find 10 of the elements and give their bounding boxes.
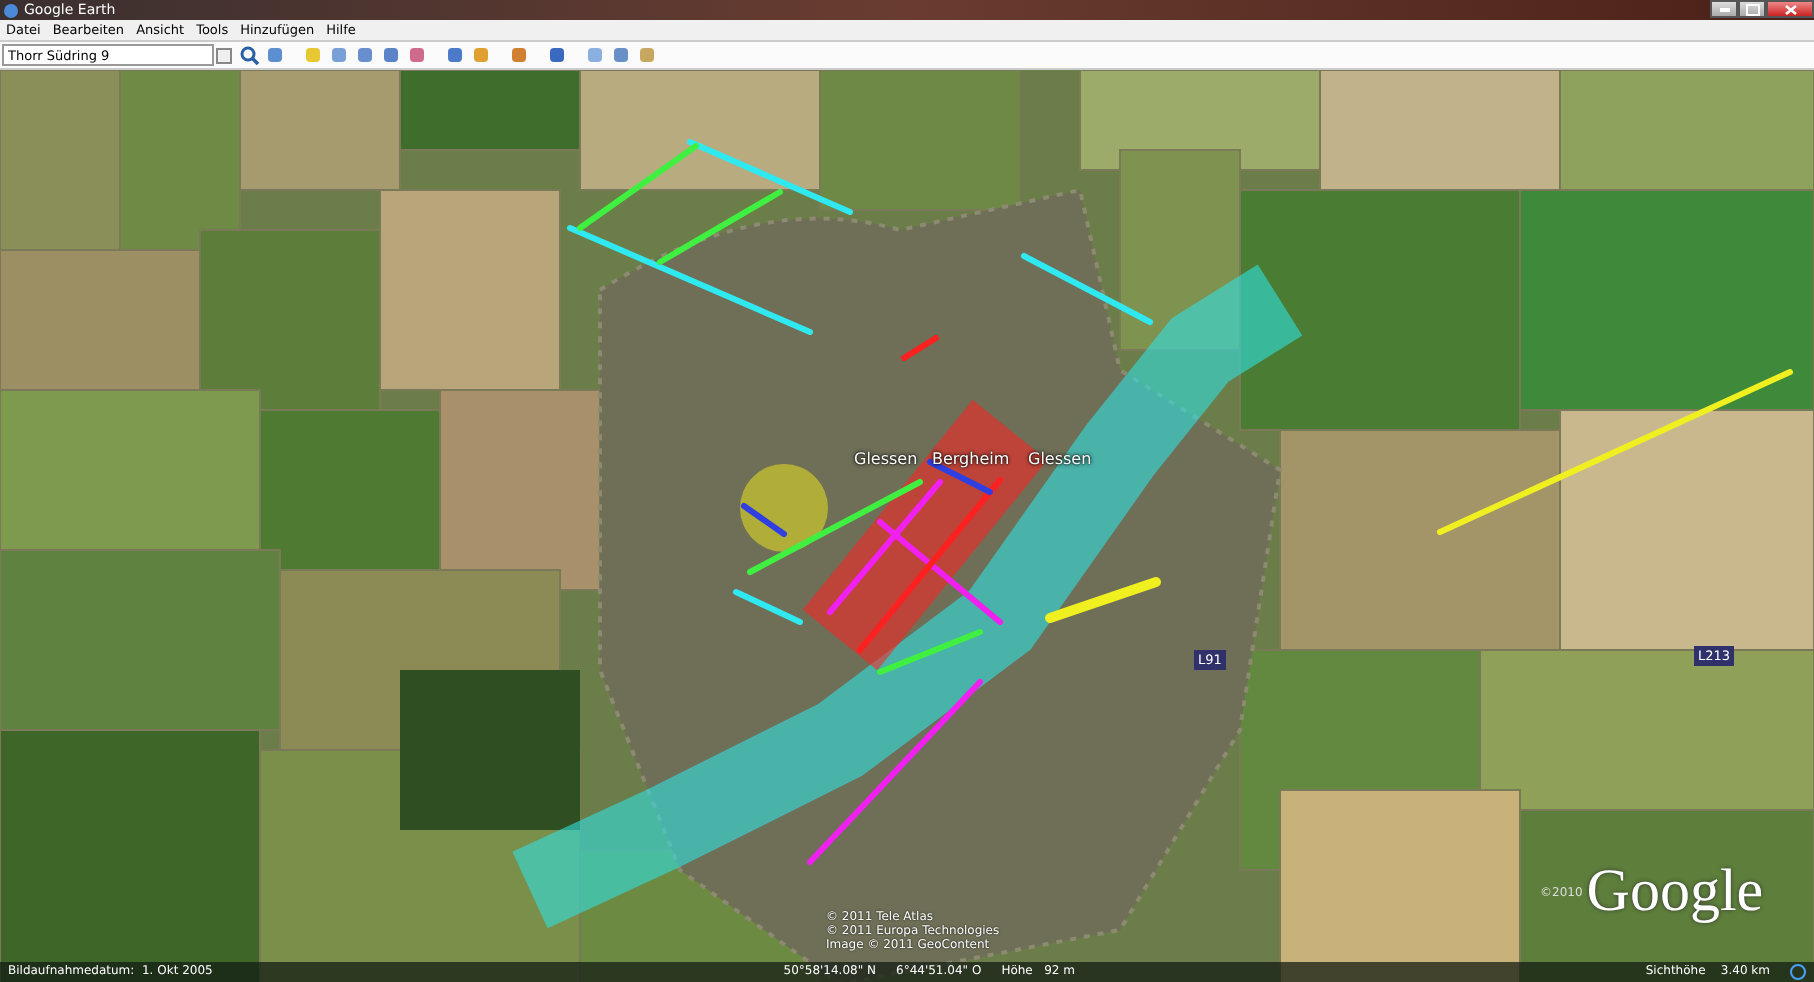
search-button[interactable] xyxy=(238,45,260,65)
map-label: Glessen xyxy=(1028,450,1092,470)
dropdown-icon[interactable] xyxy=(216,47,232,63)
map-label: Bergheim xyxy=(932,450,1010,470)
minimize-button[interactable] xyxy=(1710,0,1738,18)
close-button[interactable] xyxy=(1766,0,1814,18)
close-icon xyxy=(1783,3,1797,15)
maximize-button[interactable] xyxy=(1738,0,1766,18)
logo: Google xyxy=(1586,860,1764,924)
map-label: Glessen xyxy=(854,450,918,470)
